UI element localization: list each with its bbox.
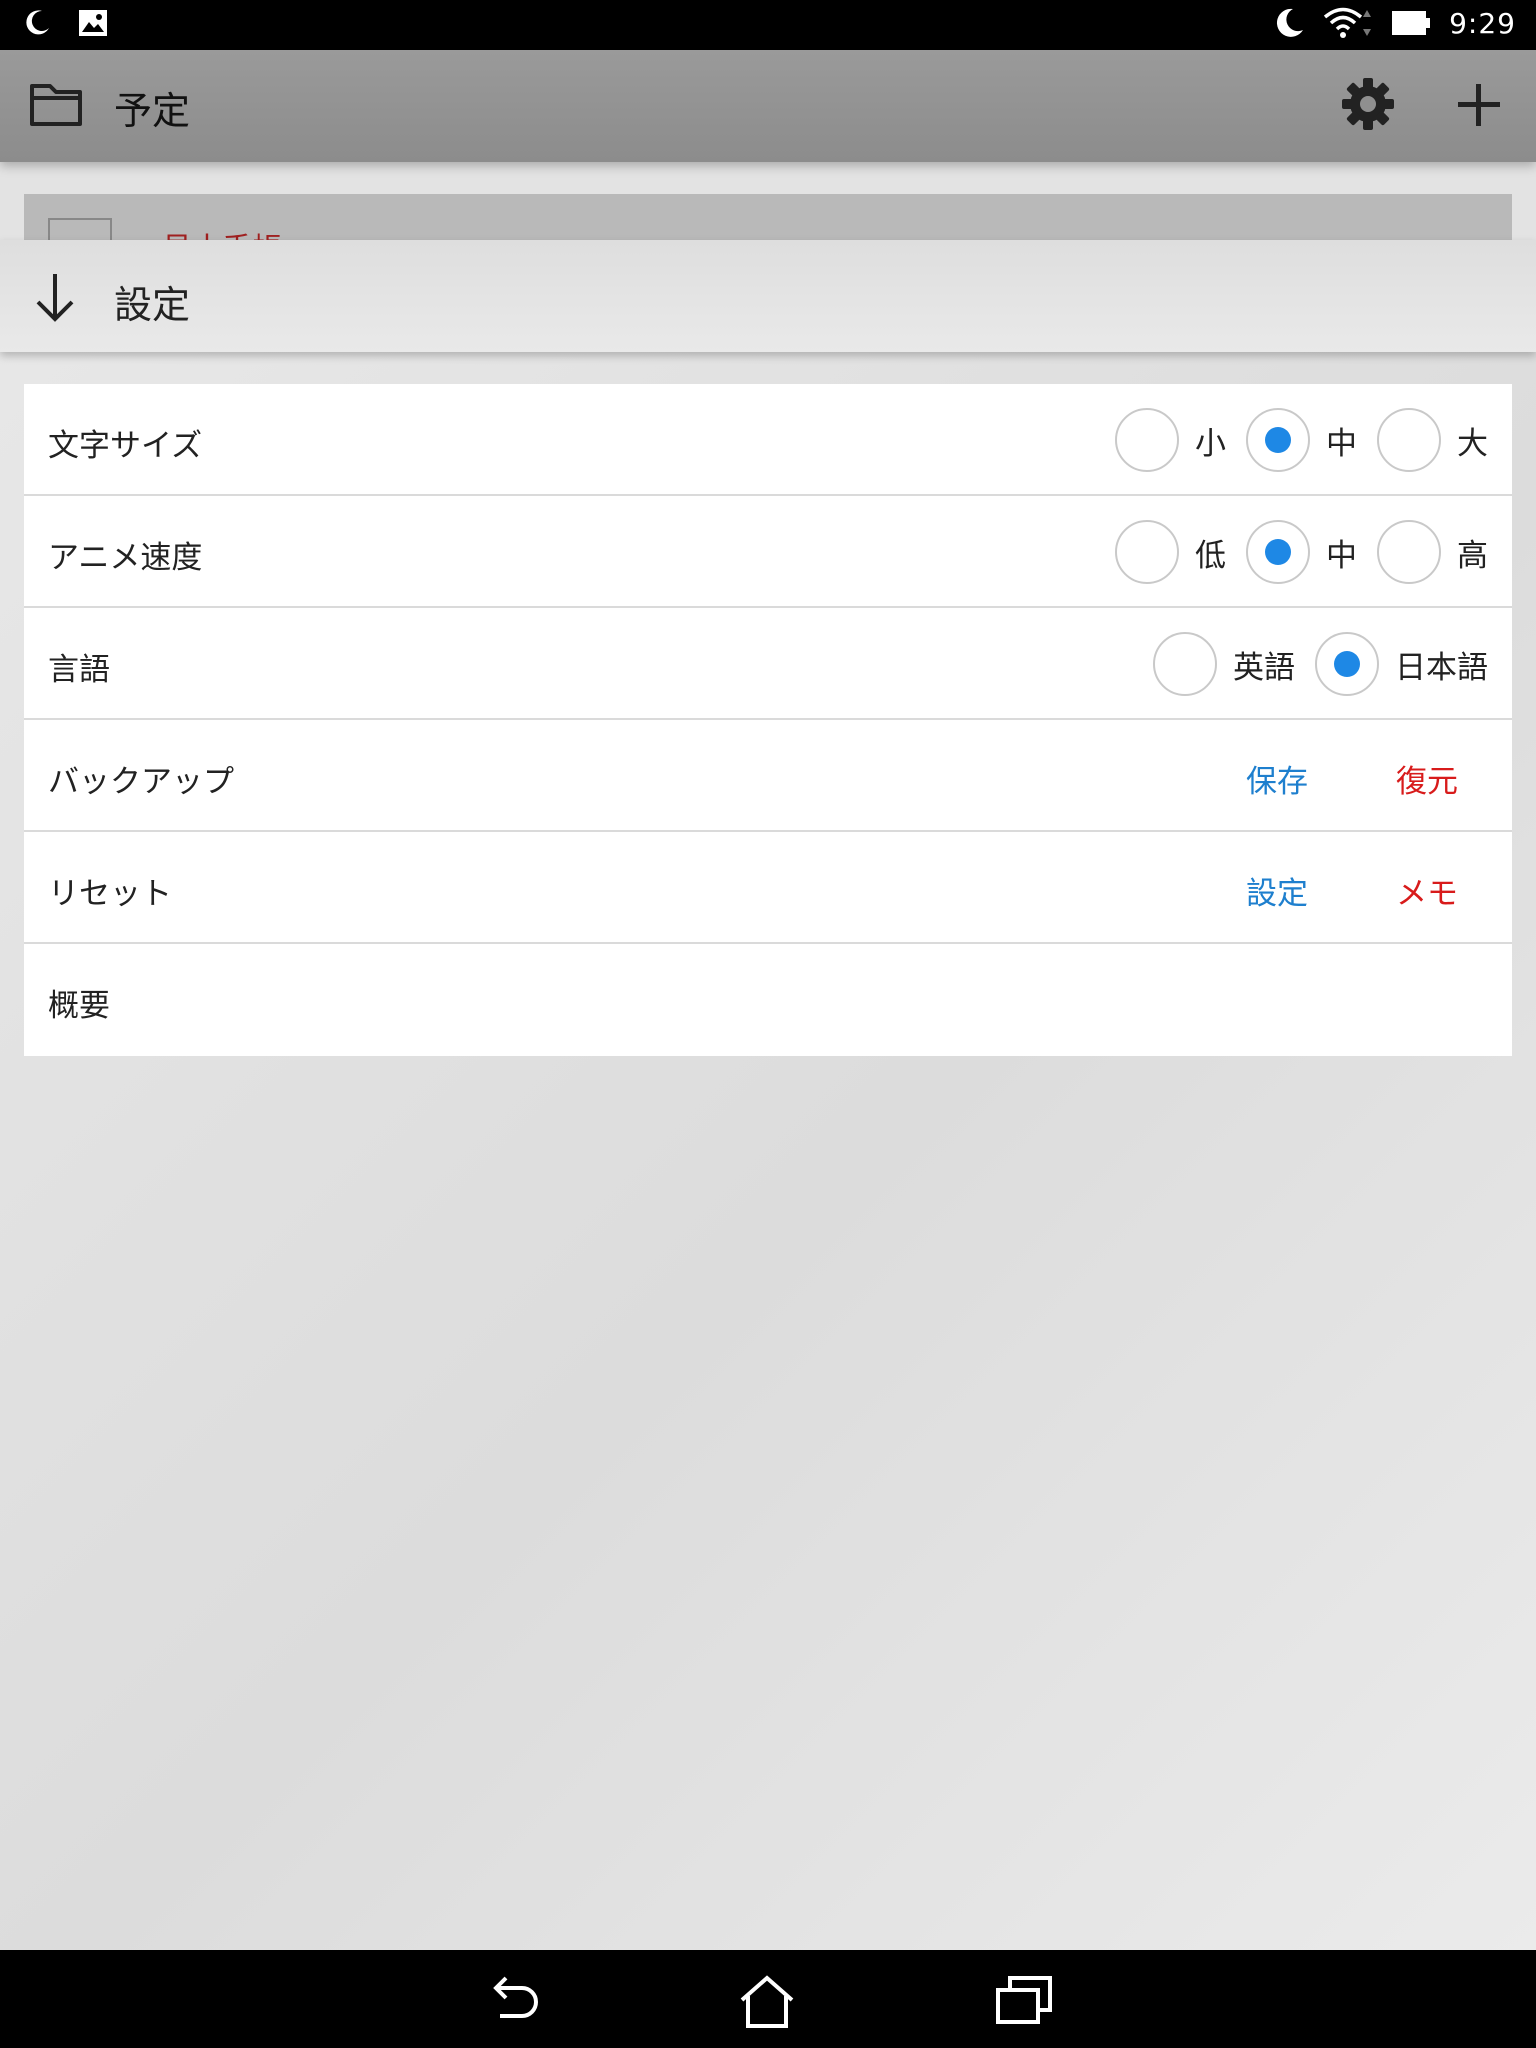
- app-bar: 予定: [0, 50, 1536, 162]
- radio-button-selected[interactable]: [1246, 408, 1310, 472]
- option-label: 中: [1326, 425, 1357, 462]
- image-icon: [79, 10, 107, 36]
- option-label: 低: [1195, 537, 1226, 574]
- option-medium[interactable]: 中: [1246, 408, 1357, 472]
- option-label: 小: [1195, 425, 1226, 462]
- setting-label: バックアップ: [48, 764, 234, 800]
- backup-restore-button[interactable]: 復元: [1396, 756, 1458, 801]
- radio-button[interactable]: [1377, 520, 1441, 584]
- reset-settings-button[interactable]: 設定: [1246, 868, 1308, 913]
- radio-button[interactable]: [1377, 408, 1441, 472]
- clock: 9:29: [1449, 6, 1516, 40]
- option-high[interactable]: 高: [1377, 520, 1488, 584]
- plus-icon[interactable]: [1456, 82, 1502, 128]
- setting-row-font-size: 文字サイズ 小 中 大: [24, 384, 1512, 496]
- navigation-bar: [0, 1950, 1536, 2048]
- setting-label: アニメ速度: [48, 540, 203, 576]
- radio-button[interactable]: [1153, 632, 1217, 696]
- moon-icon: [26, 10, 49, 35]
- option-medium[interactable]: 中: [1246, 520, 1357, 584]
- screen: 9:29 予定 設定 文字サイズ 小 中 大 アニメ速度 低 中 高 言語 英語…: [0, 0, 1536, 2048]
- language-options: 英語 日本語: [1133, 632, 1488, 696]
- option-japanese[interactable]: 日本語: [1315, 632, 1488, 696]
- setting-label: 概要: [48, 988, 110, 1024]
- battery-icon: [1392, 11, 1431, 35]
- status-bar: 9:29: [0, 0, 1536, 50]
- app-title: 予定: [114, 89, 191, 133]
- setting-label: 言語: [48, 652, 110, 688]
- setting-row-language: 言語 英語 日本語: [24, 608, 1512, 720]
- option-large[interactable]: 大: [1377, 408, 1488, 472]
- settings-title: 設定: [114, 283, 191, 327]
- backup-save-button[interactable]: 保存: [1246, 756, 1308, 801]
- setting-label: リセット: [48, 876, 172, 912]
- setting-row-backup: バックアップ 保存 復元: [24, 720, 1512, 832]
- option-label: 高: [1457, 537, 1488, 574]
- setting-label: 文字サイズ: [48, 428, 203, 464]
- home-icon[interactable]: [738, 1974, 796, 2028]
- option-label: 大: [1457, 425, 1488, 462]
- animation-speed-options: 低 中 高: [1095, 520, 1488, 584]
- folder-icon[interactable]: [28, 80, 84, 128]
- radio-button[interactable]: [1115, 520, 1179, 584]
- setting-row-about[interactable]: 概要: [24, 944, 1512, 1056]
- setting-row-animation-speed: アニメ速度 低 中 高: [24, 496, 1512, 608]
- option-english[interactable]: 英語: [1153, 632, 1295, 696]
- radio-button-selected[interactable]: [1315, 632, 1379, 696]
- gear-icon[interactable]: [1340, 76, 1396, 132]
- back-icon[interactable]: [484, 1974, 540, 2026]
- settings-sheet: 設定 文字サイズ 小 中 大 アニメ速度 低 中 高 言語 英語 日本語 バック…: [0, 240, 1536, 1950]
- radio-button-selected[interactable]: [1246, 520, 1310, 584]
- moon-icon: [1277, 8, 1304, 37]
- settings-list: 文字サイズ 小 中 大 アニメ速度 低 中 高 言語 英語 日本語 バックアップ…: [24, 384, 1512, 1056]
- settings-header[interactable]: 設定: [0, 240, 1536, 352]
- radio-button[interactable]: [1115, 408, 1179, 472]
- setting-row-reset: リセット 設定 メモ: [24, 832, 1512, 944]
- recent-apps-icon[interactable]: [994, 1974, 1054, 2026]
- option-label: 中: [1326, 537, 1357, 574]
- wifi-icon: [1323, 7, 1372, 38]
- reset-memos-button[interactable]: メモ: [1396, 868, 1458, 913]
- arrow-down-icon[interactable]: [30, 270, 80, 324]
- font-size-options: 小 中 大: [1095, 408, 1488, 472]
- option-small[interactable]: 小: [1115, 408, 1226, 472]
- option-low[interactable]: 低: [1115, 520, 1226, 584]
- backup-actions: 保存 復元: [1246, 756, 1458, 801]
- option-label: 日本語: [1395, 649, 1488, 686]
- option-label: 英語: [1233, 649, 1295, 686]
- reset-actions: 設定 メモ: [1246, 868, 1458, 913]
